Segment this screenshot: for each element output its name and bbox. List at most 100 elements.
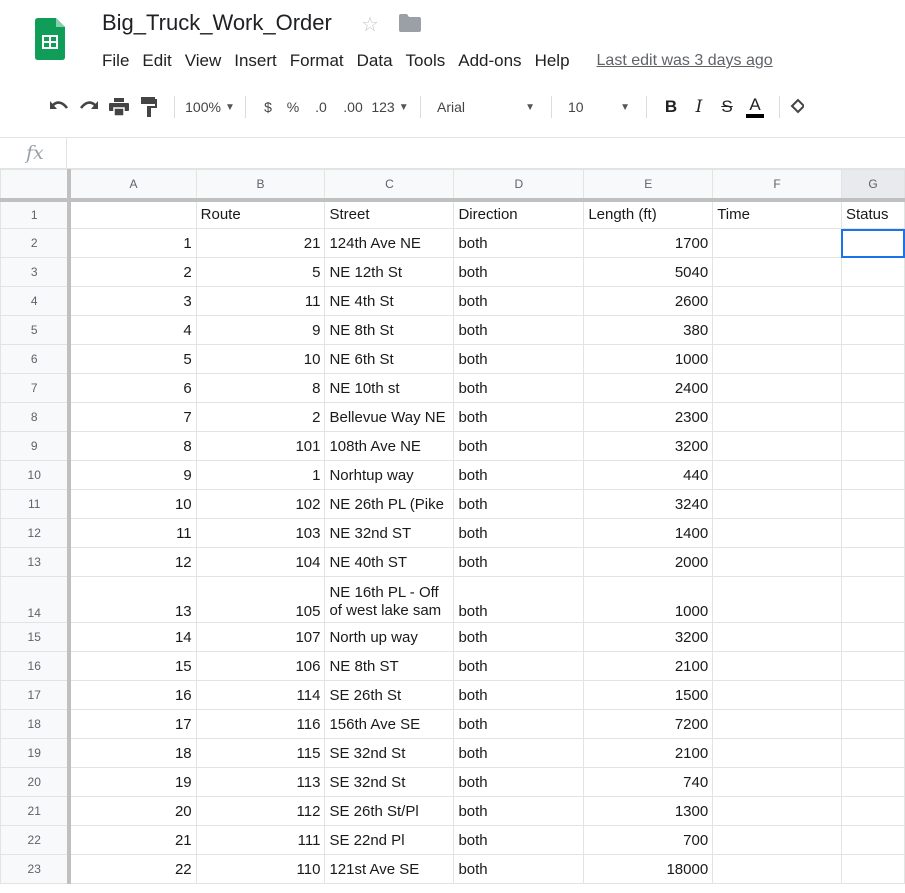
cell[interactable]: NE 8th St (324, 315, 455, 345)
cell[interactable]: both (453, 373, 585, 403)
row-header[interactable]: 12 (0, 518, 72, 548)
menu-tools[interactable]: Tools (406, 51, 446, 71)
row-header[interactable]: 16 (0, 651, 72, 681)
cell[interactable]: 9 (195, 315, 326, 345)
document-title[interactable]: Big_Truck_Work_Order (102, 10, 332, 36)
formula-input[interactable] (66, 138, 905, 168)
cell[interactable]: 4 (68, 315, 197, 345)
cell[interactable] (840, 796, 905, 826)
cell[interactable]: 1300 (583, 796, 714, 826)
cell[interactable]: NE 12th St (324, 257, 455, 287)
menu-edit[interactable]: Edit (142, 51, 171, 71)
cell[interactable]: 114 (195, 680, 326, 710)
menu-insert[interactable]: Insert (234, 51, 277, 71)
menu-add-ons[interactable]: Add-ons (458, 51, 521, 71)
cell[interactable] (712, 431, 842, 461)
cell[interactable] (840, 547, 905, 577)
cell[interactable] (840, 257, 905, 287)
row-header[interactable]: 9 (0, 431, 72, 461)
cell[interactable]: both (453, 796, 585, 826)
cell[interactable]: 16 (68, 680, 197, 710)
cell[interactable]: 18000 (583, 854, 714, 884)
cell[interactable]: both (453, 344, 585, 374)
menu-help[interactable]: Help (535, 51, 570, 71)
cell[interactable]: 1700 (583, 228, 714, 258)
cell[interactable]: 1400 (583, 518, 714, 548)
increase-decimal-button[interactable]: .00 (336, 92, 370, 122)
menu-data[interactable]: Data (357, 51, 393, 71)
menu-format[interactable]: Format (290, 51, 344, 71)
cell[interactable] (712, 680, 842, 710)
row-header[interactable]: 1 (0, 199, 72, 229)
strikethrough-button[interactable]: S (713, 92, 741, 122)
cell[interactable]: 1 (68, 228, 197, 258)
cell[interactable] (840, 738, 905, 768)
decrease-decimal-button[interactable]: .0 (306, 92, 336, 122)
cell[interactable]: both (453, 315, 585, 345)
cell[interactable]: 1500 (583, 680, 714, 710)
cell[interactable]: 11 (195, 286, 326, 316)
cell[interactable]: NE 40th ST (324, 547, 455, 577)
cell[interactable]: both (453, 402, 585, 432)
cell[interactable]: 5 (195, 257, 326, 287)
cell[interactable] (68, 199, 197, 229)
cell[interactable] (840, 767, 905, 797)
row-header[interactable]: 20 (0, 767, 72, 797)
cell[interactable]: SE 32nd St (324, 767, 455, 797)
cell[interactable]: 5040 (583, 257, 714, 287)
select-all-corner[interactable] (0, 169, 72, 202)
cell[interactable]: 380 (583, 315, 714, 345)
cell[interactable]: both (453, 651, 585, 681)
cell[interactable]: 156th Ave SE (324, 709, 455, 739)
row-header[interactable]: 2 (0, 228, 72, 258)
cell[interactable]: both (453, 709, 585, 739)
cell[interactable]: 8 (68, 431, 197, 461)
cell[interactable]: both (453, 854, 585, 884)
cell[interactable] (712, 518, 842, 548)
row-header[interactable]: 10 (0, 460, 72, 490)
text-color-button[interactable]: A (741, 92, 769, 122)
cell[interactable]: 3240 (583, 489, 714, 519)
cell[interactable]: 1000 (583, 344, 714, 374)
cell[interactable]: 101 (195, 431, 326, 461)
cell[interactable]: 111 (195, 825, 326, 855)
row-header[interactable]: 19 (0, 738, 72, 768)
cell[interactable]: both (453, 518, 585, 548)
cell[interactable]: Time (712, 199, 842, 229)
cell[interactable]: 2600 (583, 286, 714, 316)
cell[interactable]: 112 (195, 796, 326, 826)
cell[interactable] (840, 315, 905, 345)
cell[interactable]: NE 8th ST (324, 651, 455, 681)
cell[interactable] (840, 825, 905, 855)
cell[interactable]: 7 (68, 402, 197, 432)
cell[interactable]: 113 (195, 767, 326, 797)
cell[interactable]: 124th Ave NE (324, 228, 455, 258)
cell[interactable]: 18 (68, 738, 197, 768)
cell[interactable] (840, 680, 905, 710)
more-formats-select[interactable]: 123 ▼ (370, 92, 410, 122)
cell[interactable] (840, 460, 905, 490)
column-header-e[interactable]: E (583, 169, 714, 202)
column-header-g[interactable]: G (840, 169, 905, 202)
cell[interactable]: both (453, 767, 585, 797)
row-header[interactable]: 18 (0, 709, 72, 739)
cell[interactable]: SE 26th St/Pl (324, 796, 455, 826)
cell[interactable] (712, 344, 842, 374)
cell[interactable] (840, 431, 905, 461)
cell[interactable] (840, 286, 905, 316)
cell[interactable]: both (453, 431, 585, 461)
cell[interactable]: 20 (68, 796, 197, 826)
italic-button[interactable]: I (685, 92, 713, 122)
cell[interactable]: 10 (195, 344, 326, 374)
bold-button[interactable]: B (657, 92, 685, 122)
cell[interactable]: 108th Ave NE (324, 431, 455, 461)
menu-view[interactable]: View (185, 51, 222, 71)
cell[interactable]: 2000 (583, 547, 714, 577)
cell[interactable]: NE 16th PL - Off of west lake sam (324, 576, 455, 623)
column-header-a[interactable]: A (68, 169, 197, 202)
cell[interactable]: 9 (68, 460, 197, 490)
cell[interactable] (712, 825, 842, 855)
cell[interactable] (712, 651, 842, 681)
cell[interactable] (840, 709, 905, 739)
cell[interactable]: 14 (68, 622, 197, 652)
